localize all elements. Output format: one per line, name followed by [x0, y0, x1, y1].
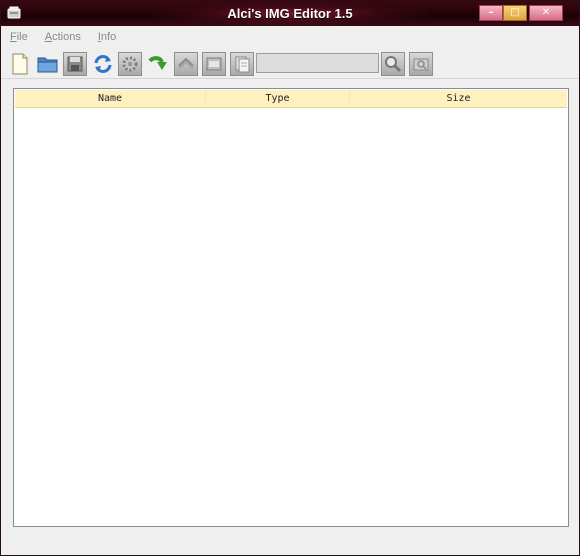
minimize-button[interactable]: –	[479, 5, 503, 21]
export-button[interactable]	[174, 52, 198, 76]
import-button[interactable]	[146, 52, 170, 76]
maximize-button[interactable]: □	[503, 5, 527, 21]
open-folder-button[interactable]	[36, 52, 60, 76]
close-icon: ✕	[541, 7, 551, 18]
add-icon	[206, 57, 222, 71]
refresh-button[interactable]	[91, 52, 115, 76]
title-bar[interactable]: Alci's IMG Editor 1.5 – □ ✕	[1, 1, 579, 26]
minimize-icon: –	[488, 7, 494, 18]
save-icon	[67, 56, 83, 72]
app-window: Alci's IMG Editor 1.5 – □ ✕ File Actions…	[0, 0, 580, 556]
menu-actions[interactable]: Actions	[45, 31, 81, 43]
add-button[interactable]	[202, 52, 226, 76]
search-icon	[385, 56, 402, 73]
find-icon	[413, 58, 429, 71]
close-button[interactable]: ✕	[529, 5, 563, 21]
file-table[interactable]: Name Type Size	[13, 88, 569, 527]
refresh-icon	[94, 55, 112, 73]
column-header-size[interactable]: Size	[350, 90, 567, 107]
window-controls: – □ ✕	[479, 5, 563, 21]
export-icon	[178, 57, 194, 70]
column-header-name[interactable]: Name	[15, 90, 206, 107]
find-button[interactable]	[409, 52, 433, 76]
copy-icon	[235, 56, 250, 73]
open-folder-icon	[37, 57, 58, 73]
menu-info[interactable]: Info	[98, 31, 116, 43]
search-button[interactable]	[381, 52, 405, 76]
table-header: Name Type Size	[15, 90, 567, 108]
new-file-icon	[12, 53, 28, 75]
import-arrow-icon	[148, 56, 167, 70]
menu-bar: File Actions Info	[1, 27, 579, 47]
settings-button[interactable]	[118, 52, 142, 76]
settings-gear-icon	[122, 56, 138, 72]
search-input[interactable]	[256, 53, 379, 73]
copy-button[interactable]	[230, 52, 254, 76]
new-file-button[interactable]	[8, 52, 32, 76]
save-button[interactable]	[63, 52, 87, 76]
toolbar	[1, 48, 579, 79]
column-header-type[interactable]: Type	[206, 90, 350, 107]
status-bar	[1, 529, 579, 555]
menu-file[interactable]: File	[10, 31, 28, 43]
maximize-icon: □	[510, 7, 520, 18]
